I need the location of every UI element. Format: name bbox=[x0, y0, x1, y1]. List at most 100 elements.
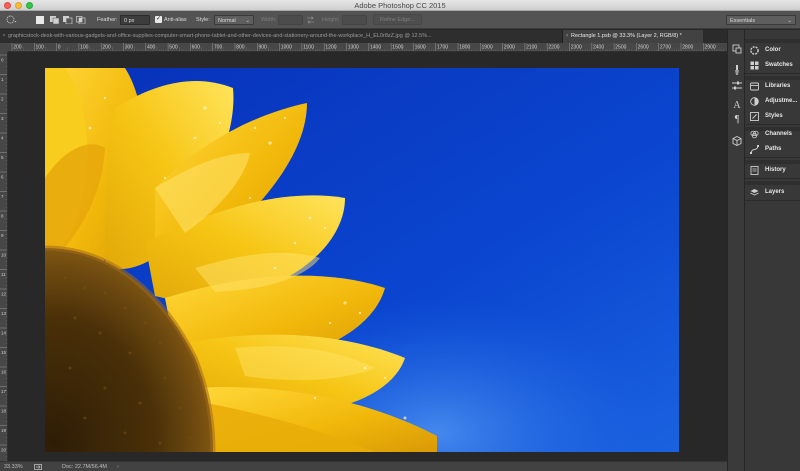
feather-input[interactable]: 0 px bbox=[120, 15, 150, 25]
panel-group-layers: Layers bbox=[745, 185, 800, 201]
3d-cube-icon[interactable] bbox=[731, 135, 743, 147]
paragraph-icon[interactable]: ¶ bbox=[731, 114, 743, 126]
panel-styles[interactable]: Styles bbox=[745, 109, 800, 124]
ruler-label: 2500 bbox=[615, 45, 626, 51]
ruler-label: 2000 bbox=[504, 45, 515, 51]
canvas-area[interactable] bbox=[8, 52, 727, 461]
panel-label: Swatches bbox=[765, 62, 793, 68]
vertical-ruler-ticks: 01234567891011121314151617181920 bbox=[0, 54, 7, 461]
status-menu-arrow-icon[interactable]: › bbox=[117, 462, 119, 471]
panel-group-color: Color Swatches bbox=[745, 43, 800, 74]
document-canvas[interactable] bbox=[45, 68, 679, 452]
character-icon[interactable]: A bbox=[731, 100, 743, 112]
ruler-label: 100 bbox=[80, 45, 89, 51]
document-tabs: × graphicstock-desk-with-various-gadgets-… bbox=[0, 30, 727, 43]
add-to-selection-icon[interactable] bbox=[50, 16, 60, 24]
close-tab-icon[interactable]: × bbox=[563, 30, 571, 43]
libraries-icon bbox=[750, 82, 759, 91]
panel-label: Paths bbox=[765, 146, 782, 152]
panel-layers[interactable]: Layers bbox=[745, 185, 800, 200]
tab-rectangle-psb[interactable]: × Rectangle 1.psb @ 33.3% (Layer 2, RGB/8… bbox=[563, 30, 703, 43]
artboard-icon[interactable] bbox=[731, 43, 743, 55]
document-size: Doc: 22.7M/56.4M bbox=[62, 464, 107, 470]
ruler-origin[interactable] bbox=[0, 43, 8, 52]
chevron-down-icon: ⌄ bbox=[787, 18, 792, 24]
panel-history[interactable]: History bbox=[745, 163, 800, 178]
panel-paths[interactable]: Paths bbox=[745, 142, 800, 157]
ruler-label: 800 bbox=[236, 45, 245, 51]
ruler-label: 14 bbox=[1, 331, 7, 336]
ruler-label: 13 bbox=[1, 311, 7, 316]
anti-alias-checkbox[interactable]: ✓ bbox=[155, 16, 162, 23]
panel-label: Layers bbox=[765, 189, 785, 195]
panel-label: History bbox=[765, 167, 786, 173]
ruler-label: 1800 bbox=[459, 45, 470, 51]
workspace-switcher[interactable]: Essentials ⌄ bbox=[726, 15, 796, 25]
panel-dock: Color Swatches Libraries Adjustme... Sty… bbox=[745, 30, 800, 471]
panel-group-history: History bbox=[745, 163, 800, 179]
ruler-label: 1000 bbox=[281, 45, 292, 51]
panel-color[interactable]: Color bbox=[745, 43, 800, 58]
ruler-label: 500 bbox=[169, 45, 178, 51]
properties-sliders-icon[interactable] bbox=[731, 80, 743, 92]
ruler-label: 900 bbox=[259, 45, 268, 51]
sunflower-photo bbox=[45, 68, 679, 452]
horizontal-ruler[interactable]: 200 100 0 100 200 300 400 500 600 700 800 900 1000 11… bbox=[8, 43, 727, 52]
panel-label: Libraries bbox=[765, 83, 791, 89]
ruler-label: 3 bbox=[1, 116, 4, 121]
panel-swatches[interactable]: Swatches bbox=[745, 58, 800, 73]
export-icon[interactable] bbox=[34, 464, 42, 470]
ruler-label: 700 bbox=[214, 45, 223, 51]
swap-width-height-icon bbox=[307, 16, 314, 24]
panel-label: Adjustme... bbox=[765, 98, 798, 104]
ruler-label: 2100 bbox=[526, 45, 537, 51]
ruler-label: 12 bbox=[1, 292, 7, 297]
ruler-label: 16 bbox=[1, 370, 7, 375]
tab-desk-graphicstock[interactable]: × graphicstock-desk-with-various-gadgets-… bbox=[0, 30, 563, 43]
panel-adjustments[interactable]: Adjustme... bbox=[745, 94, 800, 109]
style-select-value: Normal bbox=[218, 18, 236, 24]
status-bar: 33.33% Doc: 22.7M/56.4M › bbox=[0, 461, 727, 471]
ruler-label: 1600 bbox=[415, 45, 426, 51]
ruler-label: 2 bbox=[1, 97, 4, 102]
photoshop-window: Adobe Photoshop CC 2015 Feather: 0 px ✓ … bbox=[0, 0, 800, 471]
ruler-label: 8 bbox=[1, 214, 4, 219]
ruler-label: 1 bbox=[1, 77, 4, 82]
close-tab-icon[interactable]: × bbox=[0, 30, 8, 43]
ruler-label: 1400 bbox=[370, 45, 381, 51]
ruler-label: 17 bbox=[1, 389, 7, 394]
ruler-label: 6 bbox=[1, 175, 4, 180]
paths-icon bbox=[750, 145, 759, 154]
adjustments-icon bbox=[750, 97, 759, 106]
ruler-label: 0 bbox=[1, 58, 4, 63]
intersect-selection-icon[interactable] bbox=[76, 16, 86, 24]
zoom-level[interactable]: 33.33% bbox=[4, 462, 23, 471]
brush-presets-icon[interactable] bbox=[731, 64, 743, 76]
color-wheel-icon bbox=[750, 46, 759, 55]
ruler-label: 200 bbox=[13, 45, 22, 51]
ruler-label: 9 bbox=[1, 233, 4, 238]
subtract-from-selection-icon[interactable] bbox=[63, 16, 73, 24]
width-label: Width: bbox=[261, 17, 277, 23]
window-title: Adobe Photoshop CC 2015 bbox=[354, 1, 446, 10]
tab-label: Rectangle 1.psb @ 33.3% (Layer 2, RGB/8)… bbox=[571, 33, 682, 39]
vertical-ruler[interactable]: 0 1 2 3 4 5 6 7 8 9 10 11 12 13 14 15 16 17 18 19 20 bbox=[0, 52, 8, 461]
marquee-tool-icon[interactable] bbox=[6, 15, 17, 25]
panel-label: Color bbox=[765, 47, 781, 53]
ruler-label: 2300 bbox=[571, 45, 582, 51]
style-select[interactable]: Normal ⌄ bbox=[214, 15, 254, 25]
ruler-label: 2700 bbox=[660, 45, 671, 51]
ruler-label: 7 bbox=[1, 194, 4, 199]
swatches-grid-icon bbox=[750, 61, 759, 70]
ruler-label: 10 bbox=[1, 253, 7, 258]
panel-channels[interactable]: Channels bbox=[745, 127, 800, 142]
panel-group-channels: Channels Paths bbox=[745, 127, 800, 158]
ruler-label: 2400 bbox=[593, 45, 604, 51]
chevron-down-icon: ⌄ bbox=[245, 18, 250, 24]
panel-icon-dock: A ¶ bbox=[727, 30, 745, 471]
refine-edge-button: Refine Edge... bbox=[373, 14, 422, 25]
options-bar: Feather: 0 px ✓ Anti-alias Style: Normal… bbox=[0, 11, 800, 29]
new-selection-icon[interactable] bbox=[36, 16, 44, 24]
panel-group-libraries: Libraries Adjustme... Styles bbox=[745, 79, 800, 125]
panel-libraries[interactable]: Libraries bbox=[745, 79, 800, 94]
